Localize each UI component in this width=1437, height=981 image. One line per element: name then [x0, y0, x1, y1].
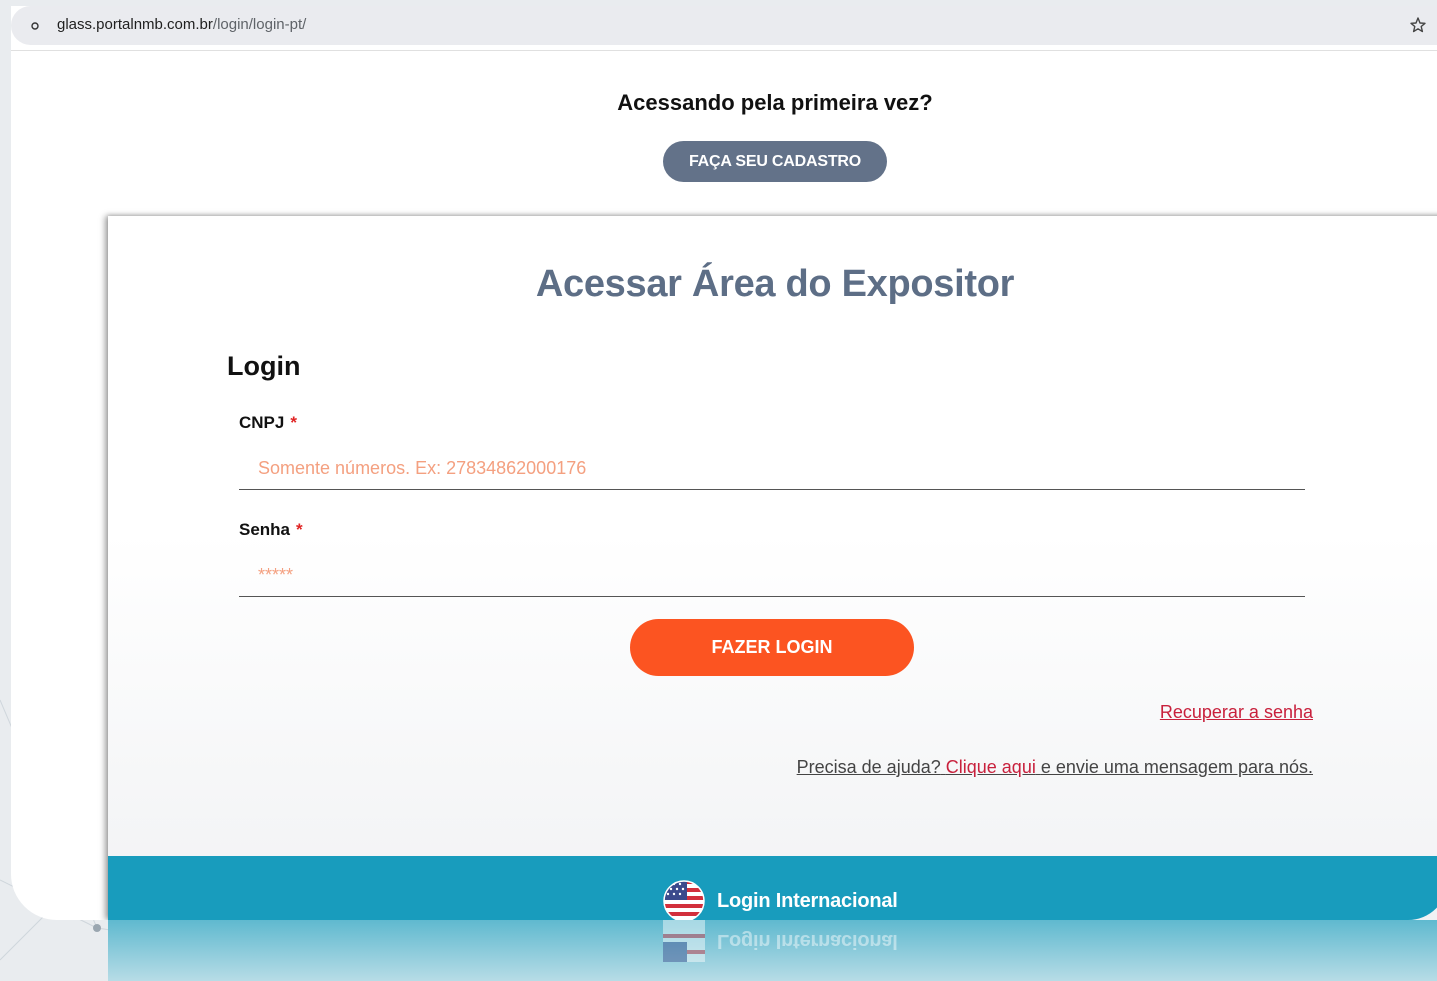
- international-login-link[interactable]: Login Internacional: [663, 880, 898, 920]
- url-text[interactable]: glass.portalnmb.com.br/login/login-pt/: [57, 16, 306, 33]
- cnpj-label-text: CNPJ: [239, 413, 285, 432]
- site-info-icon[interactable]: [31, 22, 39, 30]
- password-label: Senha *: [239, 520, 303, 540]
- signup-button[interactable]: FAÇA SEU CADASTRO: [663, 141, 887, 182]
- login-section-title: Login: [227, 351, 301, 381]
- url-path: /login/login-pt/: [212, 16, 307, 33]
- required-mark: *: [290, 413, 297, 432]
- login-card: Acessar Área do Expositor Login CNPJ * Se…: [108, 216, 1437, 920]
- reflection-content: Login Internacional: [663, 920, 898, 962]
- required-mark: *: [296, 520, 303, 539]
- international-login-label: Login Internacional: [717, 889, 898, 912]
- url-host: glass.portalnmb.com.br: [57, 16, 213, 33]
- password-input[interactable]: [239, 555, 1305, 597]
- floor-reflection: Login Internacional: [108, 920, 1437, 981]
- help-contact-link[interactable]: Clique aqui: [946, 757, 1036, 777]
- cnpj-label: CNPJ *: [239, 413, 297, 433]
- help-suffix: e envie uma mensagem para nós.: [1040, 757, 1313, 777]
- help-text: Precisa de ajuda? Clique aqui e envie um…: [797, 757, 1313, 778]
- us-flag-icon: [663, 880, 705, 920]
- us-flag-icon: [663, 920, 705, 962]
- first-access-headline: Acessando pela primeira vez?: [617, 90, 933, 115]
- bookmark-star-icon[interactable]: [1409, 16, 1427, 34]
- help-prefix: Precisa de ajuda?: [796, 757, 941, 777]
- international-login-bar[interactable]: Login Internacional: [108, 856, 1437, 920]
- login-button[interactable]: FAZER LOGIN: [630, 619, 914, 676]
- cnpj-input[interactable]: [239, 448, 1305, 490]
- address-bar[interactable]: glass.portalnmb.com.br/login/login-pt/: [11, 6, 1437, 45]
- recover-password-link[interactable]: Recuperar a senha: [1160, 702, 1313, 723]
- password-label-text: Senha: [239, 520, 291, 539]
- international-login-reflection-label: Login Internacional: [717, 930, 898, 953]
- toolbar-divider: [11, 50, 1437, 51]
- browser-window: glass.portalnmb.com.br/login/login-pt/ A…: [11, 6, 1437, 920]
- page-title: Acessar Área do Expositor: [535, 263, 1015, 305]
